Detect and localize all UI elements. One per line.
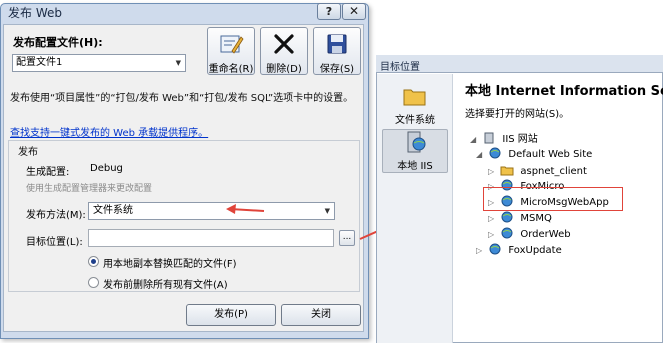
tree-item-label: FoxUpdate <box>508 245 562 256</box>
description-text: 发布使用“项目属性”的“打包/发布 Web”和“打包/发布 SQL”选项卡中的设… <box>10 93 354 104</box>
rename-icon <box>208 31 254 59</box>
delete-label: 删除(D) <box>266 64 302 75</box>
file-system-option[interactable]: 文件系统 <box>382 84 448 128</box>
tree-item-orderweb[interactable]: ▷ OrderWeb <box>488 227 571 241</box>
local-iis-label: 本地 IIS <box>397 161 433 172</box>
folder-icon <box>500 166 514 176</box>
server-icon <box>484 132 494 144</box>
publish-group-title: 发布 <box>18 147 38 158</box>
dialog-title: 发布 Web <box>8 6 62 20</box>
publish-method-value: 文件系统 <box>93 205 133 216</box>
publish-method-label: 发布方法(M): <box>26 210 86 221</box>
tree-item-label: IIS 网站 <box>502 134 538 145</box>
iis-heading: 本地 Internet Information Serv <box>465 84 663 99</box>
target-panel-title: 目标位置 <box>380 62 420 73</box>
expander-icon[interactable]: ▷ <box>488 214 497 223</box>
profile-select-value: 配置文件1 <box>16 57 63 68</box>
close-window-button[interactable]: ✕ <box>342 3 366 20</box>
close-button[interactable]: 关闭 <box>281 304 361 326</box>
expander-icon[interactable]: ◢ <box>476 150 485 159</box>
iis-server-icon <box>407 131 426 153</box>
expander-icon[interactable]: ▷ <box>488 230 497 239</box>
build-config-label: 生成配置: <box>26 167 70 178</box>
expander-icon[interactable]: ▷ <box>488 167 497 176</box>
profile-label: 发布配置文件(H): <box>13 36 103 49</box>
tree-item-msmq[interactable]: ▷ MSMQ <box>488 211 552 225</box>
tree-item-default-web-site[interactable]: ◢ Default Web Site <box>476 147 592 161</box>
iis-subheading: 选择要打开的网站(S)。 <box>465 109 570 120</box>
tree-item-foxupdate[interactable]: ▷ FoxUpdate <box>476 243 562 257</box>
globe-icon <box>489 243 501 255</box>
radio-delete-existing[interactable] <box>88 277 99 288</box>
build-config-value: Debug <box>90 163 123 174</box>
radio-delete-label: 发布前删除所有现有文件(A) <box>103 280 228 291</box>
local-iis-option[interactable]: 本地 IIS <box>382 129 448 173</box>
hosting-provider-link[interactable]: 查找支持一键式发布的 Web 承载提供程序。 <box>10 124 208 139</box>
profile-select[interactable]: 配置文件1 ▼ <box>12 54 186 72</box>
radio-replace-files[interactable] <box>88 256 99 267</box>
highlight-box <box>483 187 623 211</box>
save-icon <box>314 31 360 59</box>
target-location-label: 目标位置(L): <box>26 237 83 248</box>
tree-item-label: aspnet_client <box>520 166 587 177</box>
globe-icon <box>501 227 513 239</box>
globe-icon <box>489 147 501 159</box>
radio-replace-label: 用本地副本替换匹配的文件(F) <box>103 259 237 270</box>
build-config-hint: 使用生成配置管理器来更改配置 <box>26 184 153 194</box>
expander-icon[interactable]: ▷ <box>476 246 485 255</box>
tree-item-aspnet-client[interactable]: ▷ aspnet_client <box>488 164 587 178</box>
save-label: 保存(S) <box>319 64 355 75</box>
folder-icon <box>403 89 426 106</box>
help-button[interactable]: ? <box>317 3 341 20</box>
globe-icon <box>501 211 513 223</box>
publish-button[interactable]: 发布(P) <box>186 304 276 326</box>
rename-label: 重命名(R) <box>208 64 254 75</box>
file-system-label: 文件系统 <box>395 115 435 126</box>
rename-button[interactable]: 重命名(R) <box>207 27 255 75</box>
chevron-down-icon: ▼ <box>175 59 181 67</box>
tree-item-label: Default Web Site <box>508 149 593 160</box>
tree-item-label: OrderWeb <box>520 229 571 240</box>
tree-item-iis-sites[interactable]: ◢ IIS 网站 <box>470 130 538 145</box>
expander-icon[interactable]: ◢ <box>470 135 479 144</box>
delete-button[interactable]: 删除(D) <box>260 27 308 75</box>
annotation-arrowhead-method <box>226 204 236 214</box>
delete-icon <box>261 31 307 59</box>
tree-item-label: MSMQ <box>520 213 552 224</box>
save-button[interactable]: 保存(S) <box>313 27 361 75</box>
